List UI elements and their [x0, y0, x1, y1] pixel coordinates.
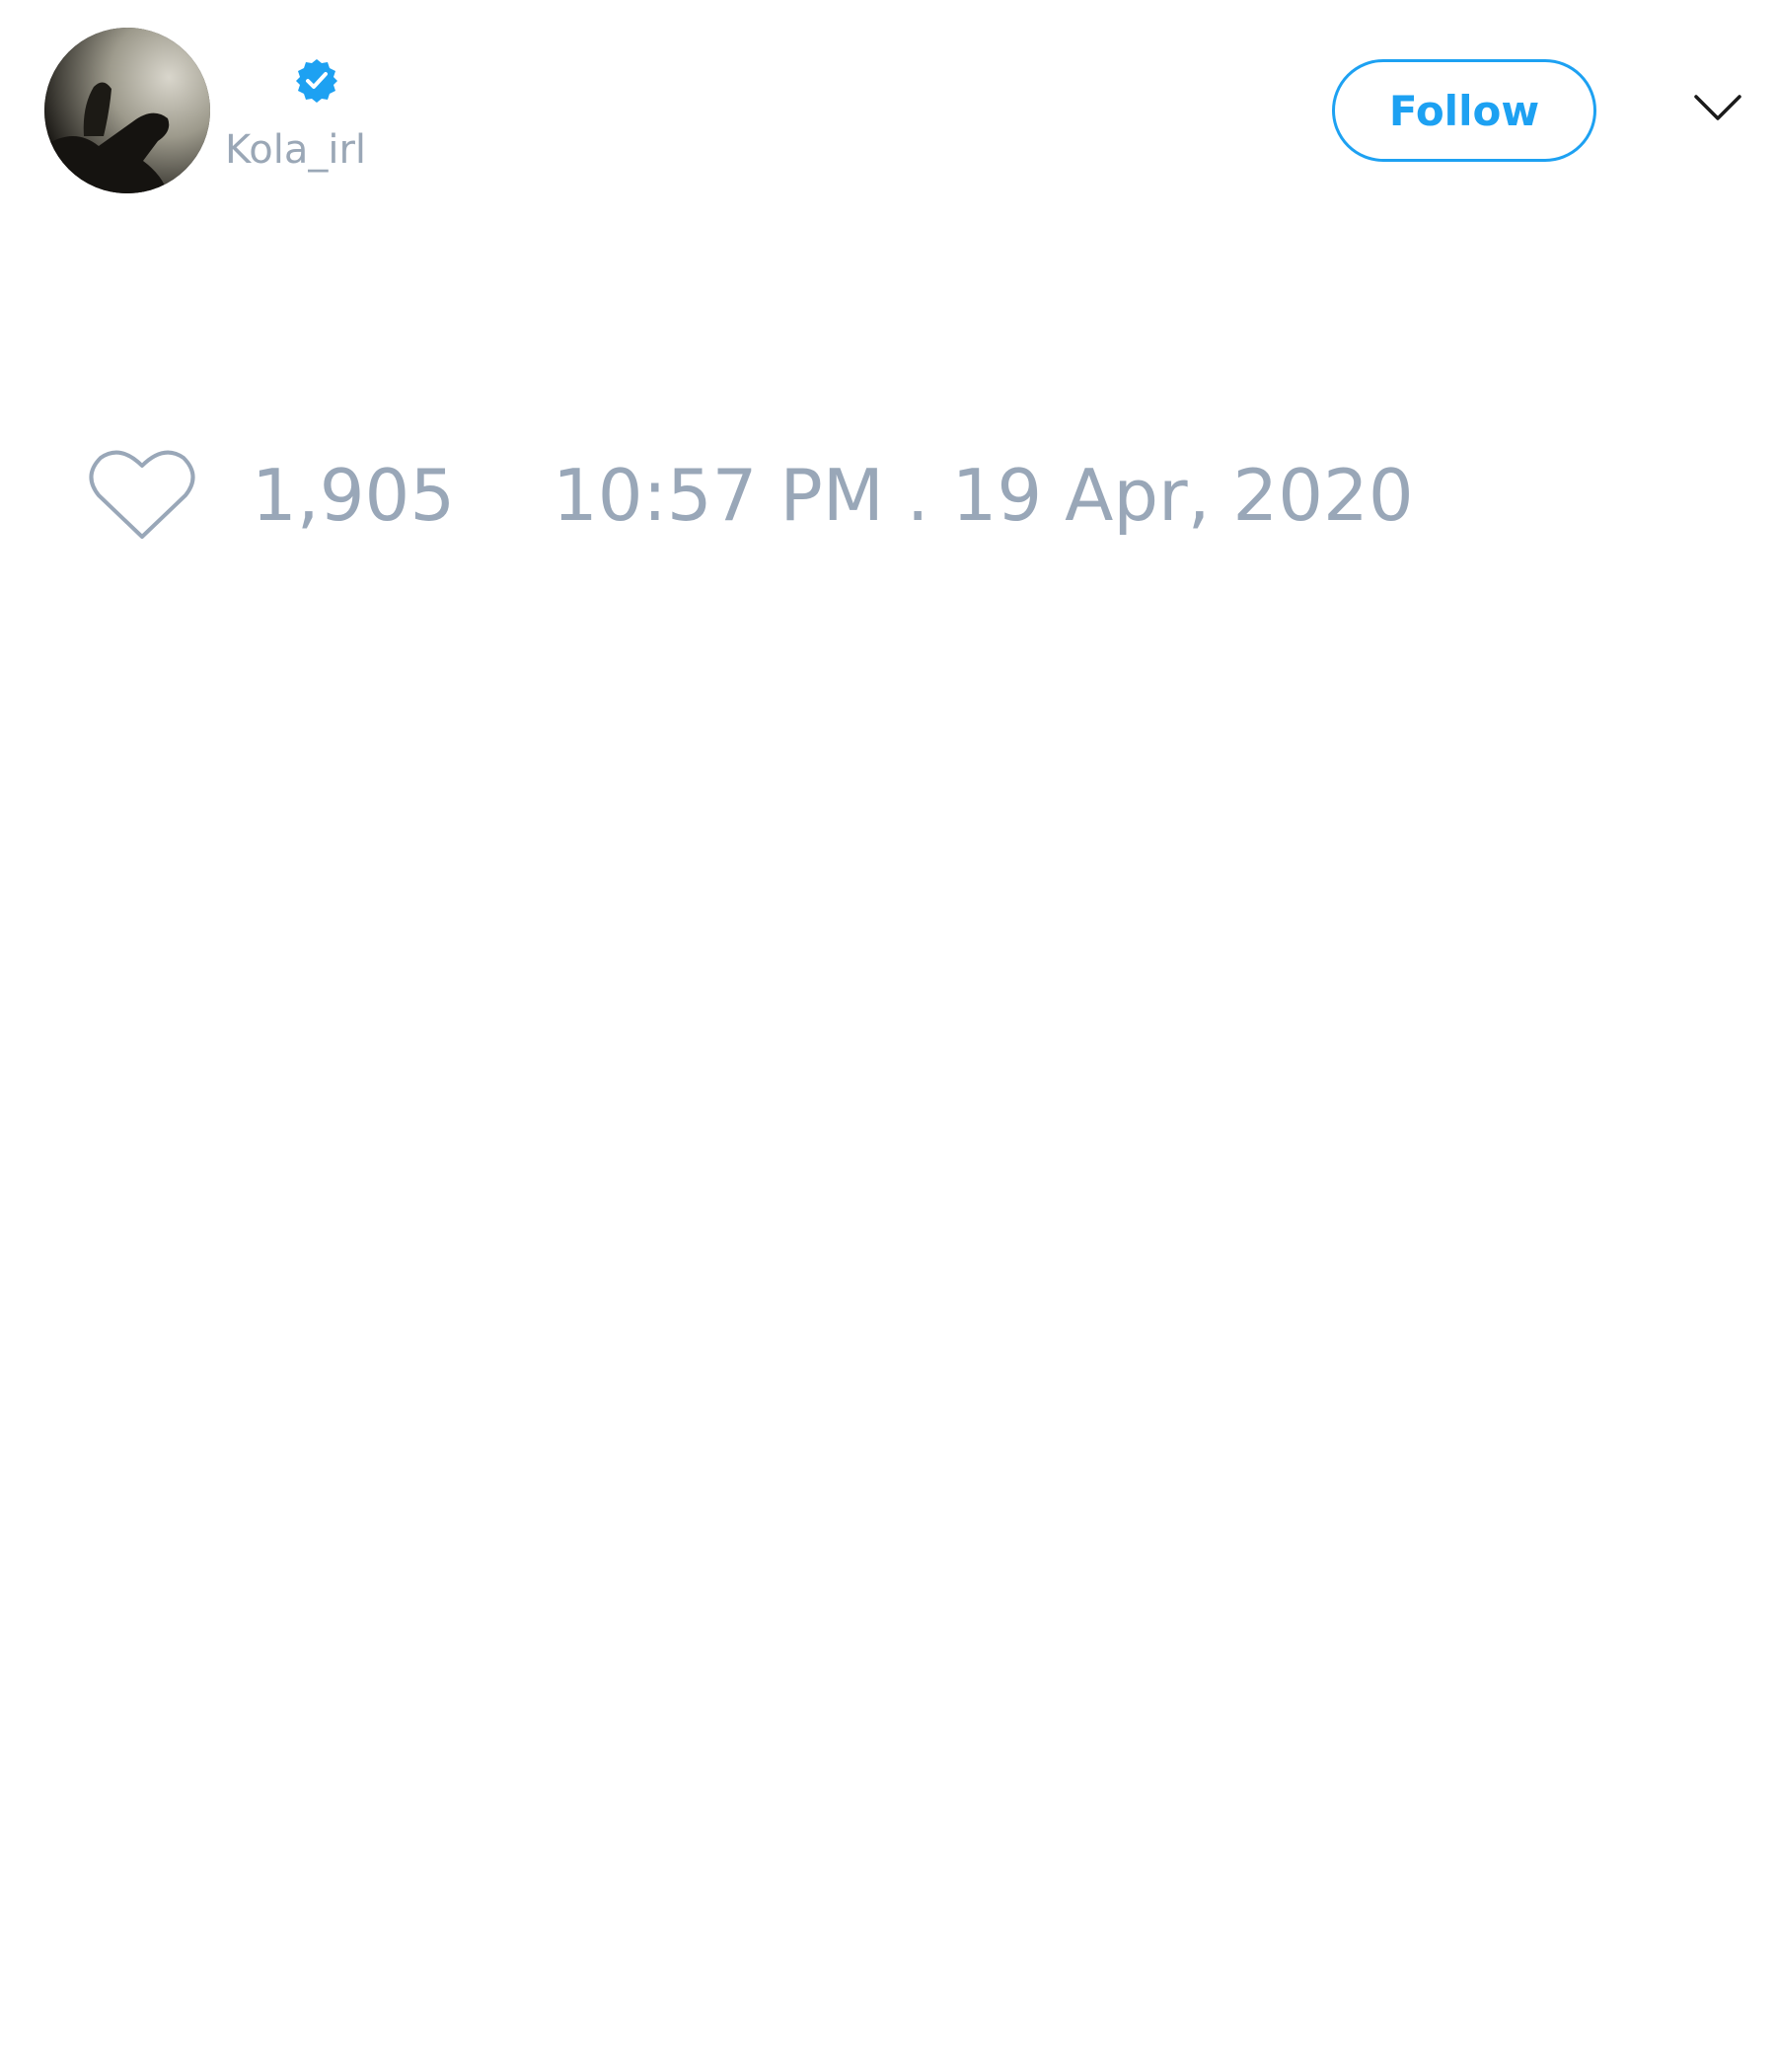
- tweet-card: Kola_irl Follow 1,905 10:57 PM . 19 Apr,…: [0, 0, 1776, 2072]
- verified-badge-icon: [293, 57, 340, 105]
- avatar[interactable]: [44, 28, 210, 193]
- heart-icon[interactable]: [89, 446, 195, 543]
- chevron-down-icon[interactable]: [1693, 91, 1742, 126]
- author-handle[interactable]: Kola_irl: [225, 126, 366, 174]
- avatar-image: [44, 28, 210, 193]
- tweet-timestamp[interactable]: 10:57 PM . 19 Apr, 2020: [553, 452, 1414, 539]
- follow-button[interactable]: Follow: [1332, 59, 1596, 162]
- like-count: 1,905: [252, 454, 456, 537]
